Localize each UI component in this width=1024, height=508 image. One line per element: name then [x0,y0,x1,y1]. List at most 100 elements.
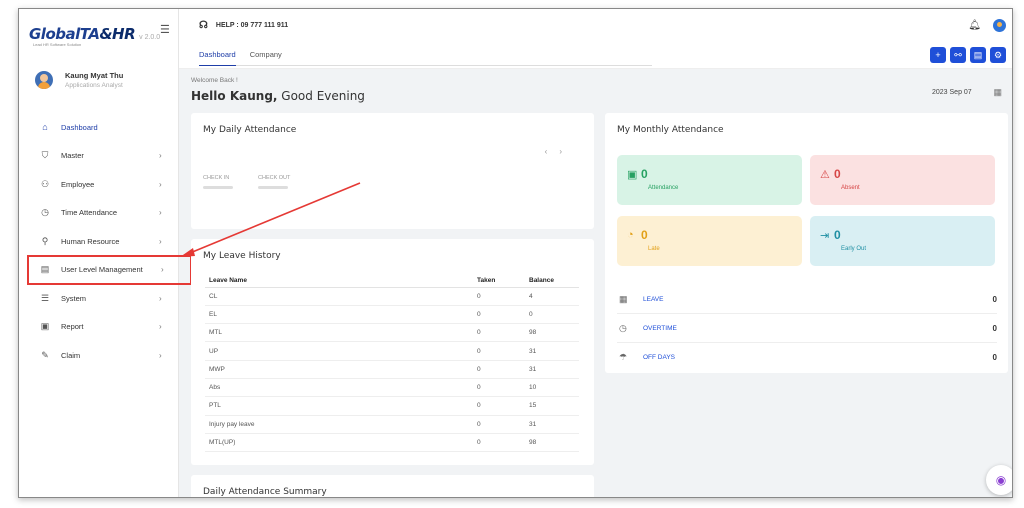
daily-attendance-title: My Daily Attendance [203,125,297,135]
leave-balance: 15 [529,396,579,416]
leave-taken: 0 [477,323,529,343]
leave-stat-row[interactable]: ▦ LEAVE 0 [617,285,997,314]
chevron-right-icon: › [159,322,162,332]
user-profile[interactable]: Kaung Myat Thu Applications Analyst [35,71,123,89]
chevron-left-icon[interactable]: ‹ [545,147,560,156]
table-row: EL 0 0 [205,305,579,325]
id-card-icon[interactable]: ▤ [970,47,986,63]
greeting-name: Hello Kaung, [191,89,278,103]
sidebar-item-label: Report [61,322,84,332]
absent-tile[interactable]: ⚠ 0 Absent [810,155,995,205]
leave-taken: 0 [477,305,529,325]
beach-umbrella-icon: ☂ [619,352,628,362]
profile-avatar-icon[interactable] [993,19,1006,32]
leave-name: Injury pay leave [205,415,477,434]
tab-company[interactable]: Company [250,50,282,66]
app-window: GlobalTA&HR v 2.0.0 Lead HR Software Sol… [18,8,1013,498]
sidebar-item-label: Time Attendance [61,208,118,218]
absent-label: Absent [841,185,860,191]
sidebar-item-label: Human Resource [61,236,120,246]
sidebar-item-system[interactable]: ☰ System › [19,284,179,313]
app-version: v 2.0.0 [139,34,161,41]
leave-balance: 31 [529,415,579,434]
sidebar-menu: ⌂ Dashboard ⛉ Master › ⚇ Employee › ◷ Ti… [19,113,192,370]
monthly-attendance-title: My Monthly Attendance [617,125,724,135]
late-clock-icon: ◔ [627,229,634,241]
top-bar: ☊ HELP : 09 777 111 911 🔔︎ Dashboard Com… [179,9,1012,69]
off-days-stat-row[interactable]: ☂ OFF DAYS 0 [617,343,997,372]
overtime-stat-row[interactable]: ◷ OVERTIME 0 [617,314,997,343]
sidebar-item-label: Employee [61,179,95,189]
avatar [35,71,53,89]
monthly-attendance-card: My Monthly Attendance ▣ 0 Attendance ⚠ 0… [605,113,1008,373]
check-out-placeholder [258,186,288,189]
chevron-right-icon[interactable]: › [559,147,574,156]
table-row: UP 0 31 [205,341,579,361]
sidebar-item-master[interactable]: ⛉ Master › [19,142,179,171]
chat-widget-icon[interactable]: ◉ [986,465,1012,495]
table-row: CL 0 4 [205,287,579,306]
headset-icon: ☊ [199,20,208,31]
leave-balance: 31 [529,360,579,379]
check-out: CHECK OUT [258,175,290,189]
off-days-stat-label: OFF DAYS [643,354,676,361]
table-row: MTL 0 98 [205,323,579,343]
overtime-stat-label: OVERTIME [643,324,677,332]
chevron-right-icon: › [159,293,162,303]
sidebar-item-report[interactable]: ▣ Report › [19,313,179,342]
leave-balance: 31 [529,341,579,361]
date-nav: ‹› [545,147,574,156]
table-header-row: Leave Name Taken Balance [205,275,579,288]
leave-name: EL [205,305,477,325]
add-icon[interactable]: + [930,47,946,63]
calendar-icon: ▦ [993,86,1002,97]
table-row: Injury pay leave 0 31 [205,415,579,434]
leave-taken: 0 [477,396,529,416]
check-in-label: CHECK IN [203,175,230,181]
sidebar-item-label: System [61,293,87,303]
sidebar-item-dashboard[interactable]: ⌂ Dashboard [19,113,179,142]
tab-dashboard[interactable]: Dashboard [199,50,236,66]
sidebar-item-label: Dashboard [61,122,98,132]
chevron-right-icon: › [159,236,162,246]
id-card-icon: ▤ [40,264,50,275]
sidebar-item-claim[interactable]: ✎ Claim › [19,341,179,370]
sidebar-item-label: Claim [61,350,81,360]
leave-history-table: Leave Name Taken Balance CL 0 4 EL 0 0 MTL 0 9… [205,275,579,453]
leave-name: MTL [205,323,477,343]
calendar-check-icon: ▣ [627,169,638,181]
leave-history-card: My Leave History Leave Name Taken Balanc… [191,239,594,465]
attendance-label: Attendance [648,185,679,191]
collapse-menu-icon[interactable]: ☰ [160,23,170,36]
sidebar: GlobalTA&HR v 2.0.0 Lead HR Software Sol… [19,9,192,497]
org-chart-icon[interactable]: ⚯ [950,47,966,63]
table-row: PTL 0 15 [205,396,579,416]
late-tile[interactable]: ◔ 0 Late [617,216,802,266]
greeting-title: Hello Kaung, Good Evening [191,89,365,103]
sidebar-item-employee[interactable]: ⚇ Employee › [19,170,179,199]
check-in: CHECK IN [203,175,233,189]
early-out-tile[interactable]: ⇥ 0 Early Out [810,216,995,266]
settings-icon[interactable]: ⚙ [990,47,1006,63]
leave-balance: 0 [529,305,579,325]
logo: GlobalTA&HR v 2.0.0 [29,21,160,43]
bell-icon[interactable]: 🔔︎ [968,20,981,31]
sidebar-item-time-attendance[interactable]: ◷ Time Attendance › [19,199,179,228]
sliders-icon: ☰ [40,292,50,303]
off-days-stat-value: 0 [992,353,997,362]
sidebar-item-label: Master [61,151,84,161]
attendance-tile[interactable]: ▣ 0 Attendance [617,155,802,205]
check-in-placeholder [203,186,233,189]
help-line: ☊ HELP : 09 777 111 911 [199,20,288,31]
chevron-right-icon: › [159,208,162,218]
home-icon: ⌂ [42,122,48,133]
leave-history-title: My Leave History [203,251,281,261]
sidebar-item-user-level-management[interactable]: ▤ User Level Management › [27,254,192,285]
user-slash-icon: ⚠ [820,169,830,181]
user-list-icon: ⚲ [41,235,49,246]
chevron-right-icon: › [159,179,162,189]
chevron-right-icon: › [161,265,164,275]
early-out-label: Early Out [841,246,867,252]
date-picker[interactable]: 2023 Sep 07 ▦ [932,83,1002,101]
sidebar-item-human-resource[interactable]: ⚲ Human Resource › [19,227,179,256]
